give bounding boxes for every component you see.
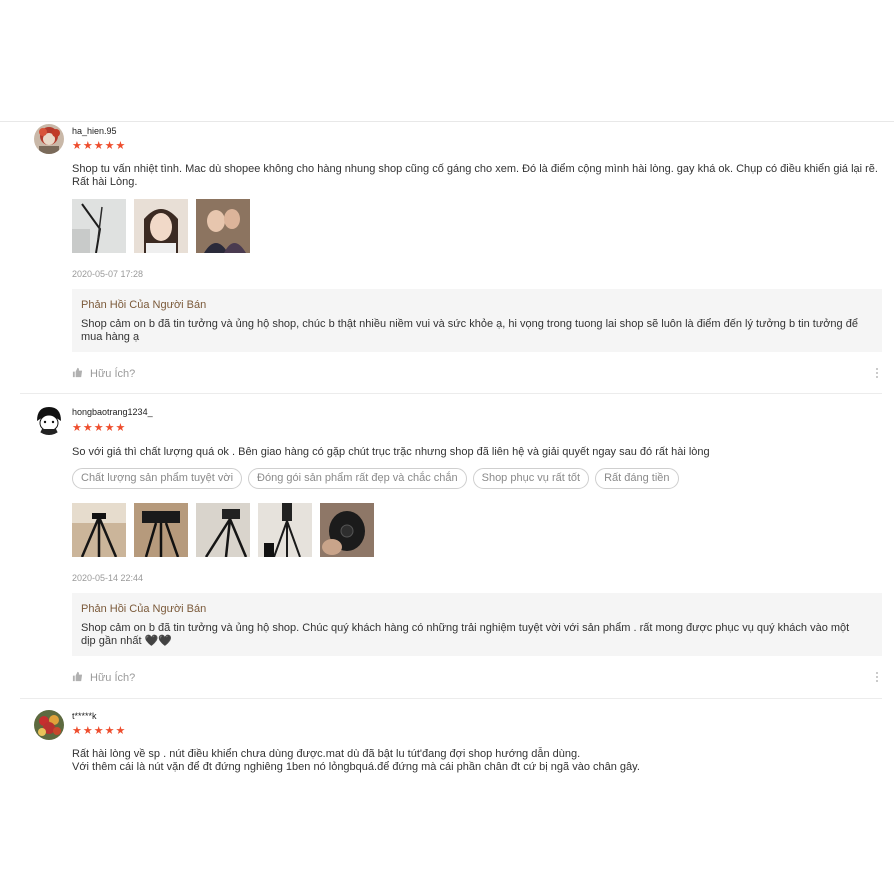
review-comment-line: Rất hài lòng về sp . nút điều khiển chưa…	[72, 748, 581, 760]
review-image[interactable]	[134, 503, 188, 557]
top-divider	[0, 121, 894, 122]
review-tag: Shop phục vụ rất tốt	[472, 468, 590, 489]
star-rating: ★★★★★	[72, 422, 127, 434]
avatar[interactable]	[34, 405, 64, 435]
review-date: 2020-05-07 17:28	[72, 269, 144, 279]
review-divider	[20, 698, 882, 699]
helpful-label: Hữu Ích?	[90, 368, 136, 380]
thumbs-up-icon	[72, 367, 83, 381]
review-comment: So với giá thì chất lượng quá ok . Bên g…	[72, 446, 710, 458]
review-image[interactable]	[196, 503, 250, 557]
username[interactable]: t*****k	[72, 711, 97, 721]
more-options-icon[interactable]	[876, 671, 880, 684]
review-tag: Đóng gói sản phẩm rất đẹp và chắc chắn	[248, 468, 467, 489]
review-date: 2020-05-14 22:44	[72, 573, 144, 583]
seller-reply-title: Phản Hồi Của Người Bán	[81, 299, 207, 311]
helpful-button[interactable]: Hữu Ích?	[72, 671, 135, 685]
review-tags: Chất lượng sản phẩm tuyệt vời Đóng gói s…	[72, 468, 679, 489]
seller-reply-text: Shop cảm on b đã tin tưởng và ủng hộ sho…	[81, 318, 858, 343]
username[interactable]: hongbaotrang1234_	[72, 407, 153, 417]
review-image[interactable]	[320, 503, 374, 557]
review-comment: Shop tu vấn nhiệt tình. Mac dù shopee kh…	[72, 163, 878, 188]
avatar[interactable]	[34, 124, 64, 154]
thumbs-up-icon	[72, 671, 83, 685]
review-image[interactable]	[72, 503, 126, 557]
review-images	[72, 199, 250, 253]
review-tag: Chất lượng sản phẩm tuyệt vời	[72, 468, 243, 489]
review-image[interactable]	[258, 503, 312, 557]
avatar[interactable]	[34, 710, 64, 740]
review-image[interactable]	[196, 199, 250, 253]
review-tag: Rất đáng tiền	[595, 468, 679, 489]
star-rating: ★★★★★	[72, 725, 127, 737]
helpful-label: Hữu Ích?	[90, 672, 136, 684]
username[interactable]: ha_hien.95	[72, 126, 117, 136]
helpful-button[interactable]: Hữu Ích?	[72, 367, 135, 381]
review-images	[72, 503, 374, 557]
review-divider	[20, 393, 882, 394]
review-image[interactable]	[72, 199, 126, 253]
review-image[interactable]	[134, 199, 188, 253]
seller-reply-title: Phản Hồi Của Người Bán	[81, 603, 207, 615]
seller-reply: Phản Hồi Của Người Bán Shop cảm on b đã …	[72, 289, 882, 352]
seller-reply-text: Shop cảm on b đã tin tưởng và ủng hộ sho…	[81, 622, 850, 647]
star-rating: ★★★★★	[72, 140, 127, 152]
seller-reply: Phản Hồi Của Người Bán Shop cảm on b đã …	[72, 593, 882, 656]
review-comment-line: Với thêm cái là nút vặn để đt đứng nghiê…	[72, 761, 640, 773]
more-options-icon[interactable]	[876, 367, 880, 380]
